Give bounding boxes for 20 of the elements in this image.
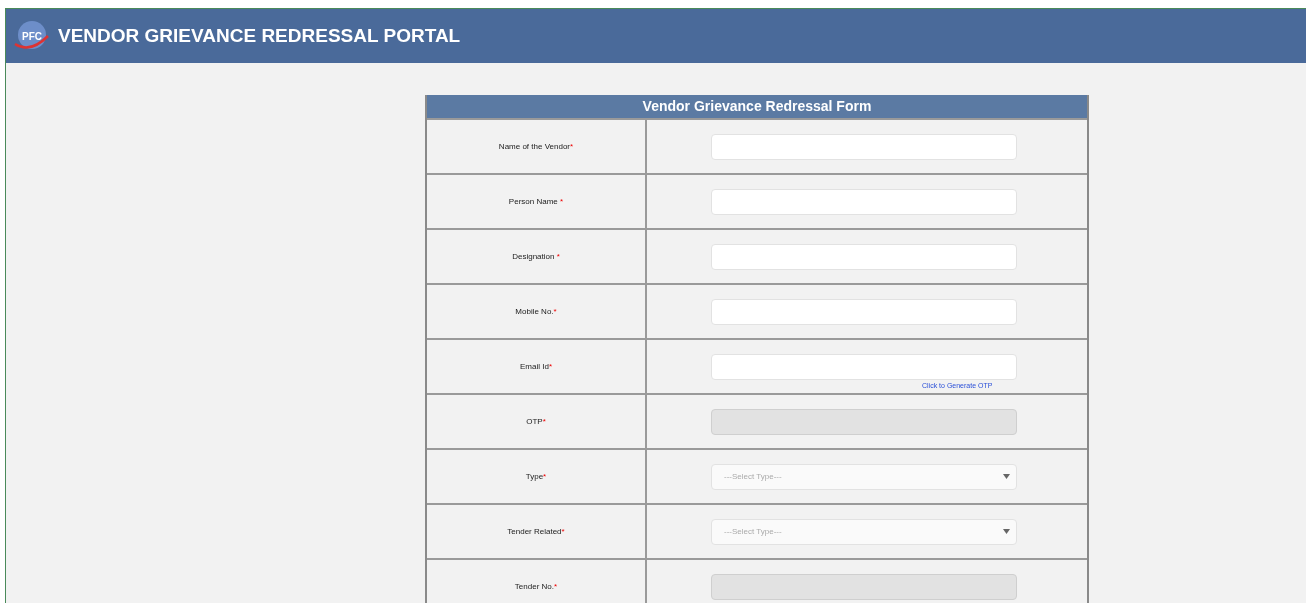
field-label: Person Name *	[508, 197, 564, 206]
input-field[interactable]	[711, 188, 1017, 215]
input-field[interactable]	[711, 243, 1017, 270]
input-field[interactable]	[711, 133, 1017, 160]
field-label: Type*	[525, 472, 547, 481]
select-field[interactable]: ---Select Type---	[711, 463, 1017, 490]
field-label: OTP*	[526, 417, 546, 426]
field-label: Name of the Vendor*	[498, 142, 574, 151]
select-field[interactable]: ---Select Type---	[711, 518, 1017, 545]
caret-icon	[1003, 474, 1010, 479]
input-field[interactable]	[711, 298, 1017, 325]
field-label: Email Id*	[520, 362, 552, 371]
field-label: Mobile No.*	[515, 307, 557, 316]
form-title: Vendor Grievance Redressal Form	[427, 95, 1087, 118]
caret-icon	[1003, 529, 1010, 534]
field-label: Designation *	[512, 252, 560, 261]
field-label: Tender Related*	[507, 527, 565, 536]
field-label: Tender No.*	[514, 582, 558, 591]
input-field[interactable]	[711, 353, 1017, 380]
portal-title: VENDOR GRIEVANCE REDRESSAL PORTAL	[58, 25, 461, 47]
